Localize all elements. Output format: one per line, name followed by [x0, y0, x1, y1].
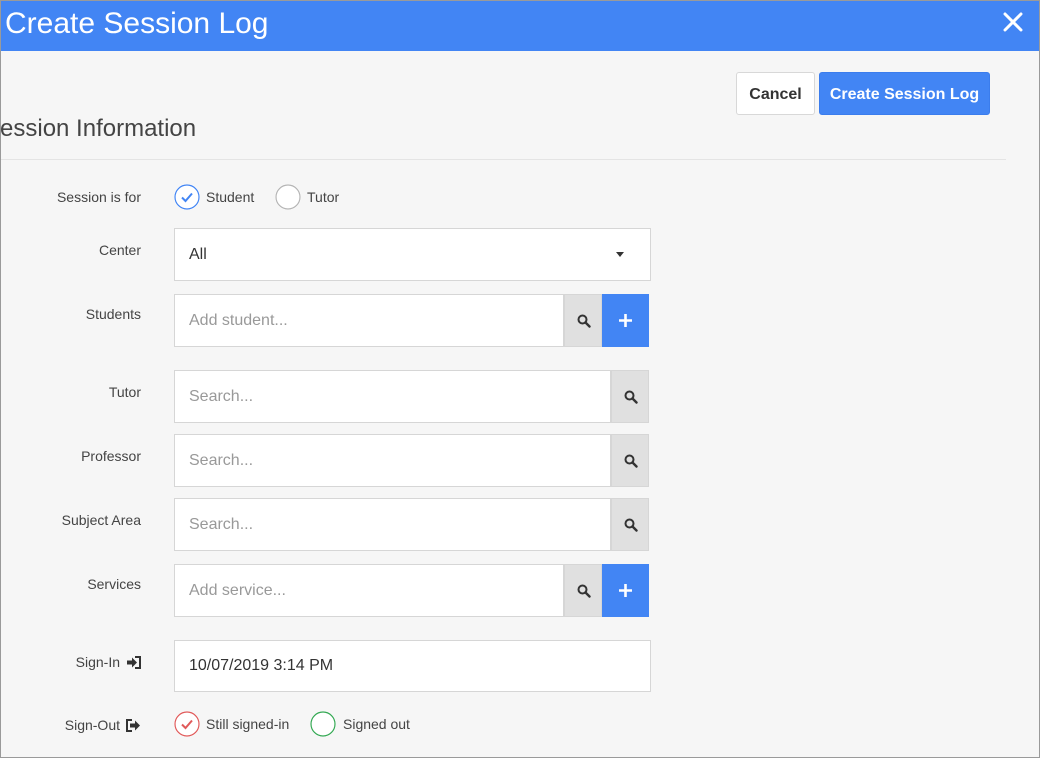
plus-icon — [619, 314, 632, 327]
search-icon — [624, 454, 638, 468]
center-label: Center — [99, 242, 141, 258]
professor-field — [174, 434, 649, 487]
tutor-label-text: Tutor — [108, 384, 141, 400]
center-select[interactable]: All — [174, 228, 651, 281]
session-is-for-label: Session is for — [57, 189, 141, 205]
sign-out-label-text: Sign-Out — [64, 717, 120, 733]
radio-tutor-label[interactable]: Tutor — [307, 189, 339, 205]
sign-in-value: 10/07/2019 3:14 PM — [189, 657, 334, 674]
radio-still-signed-in[interactable] — [174, 711, 200, 737]
search-icon — [577, 314, 591, 328]
students-label: Students — [86, 306, 141, 322]
tutor-search-button[interactable] — [611, 370, 649, 423]
section-divider — [0, 159, 1006, 160]
professor-label-text: Professor — [81, 448, 141, 464]
sign-in-icon — [127, 655, 141, 669]
sign-in-label-text: Sign-In — [75, 654, 120, 670]
center-select-value: All — [189, 246, 207, 263]
students-search-button[interactable] — [564, 294, 602, 347]
add-student-button[interactable] — [602, 294, 649, 347]
check-icon — [174, 711, 200, 737]
plus-icon — [619, 584, 632, 597]
services-input[interactable] — [175, 565, 563, 616]
sign-in-field[interactable]: 10/07/2019 3:14 PM — [174, 640, 651, 692]
tutor-input[interactable] — [175, 371, 610, 422]
professor-input[interactable] — [175, 435, 610, 486]
radio-tutor[interactable] — [275, 184, 301, 210]
tutor-label: Tutor — [109, 384, 141, 400]
search-icon — [624, 518, 638, 532]
subject-area-label-text: Subject Area — [61, 512, 141, 528]
radio-student[interactable] — [174, 184, 200, 210]
services-field — [174, 564, 649, 617]
subject-area-input[interactable] — [175, 499, 610, 550]
subject-area-search-button[interactable] — [611, 498, 649, 551]
create-session-log-button[interactable]: Create Session Log — [819, 72, 990, 115]
radio-student-label[interactable]: Student — [206, 189, 254, 205]
section-title: Session Information — [0, 115, 197, 142]
students-label-text: Students — [85, 306, 141, 322]
session-is-for-label-text: Session is for — [56, 189, 141, 205]
sign-in-label: Sign-In — [76, 654, 141, 670]
chevron-down-icon — [616, 252, 624, 257]
add-service-button[interactable] — [602, 564, 649, 617]
radio-signed-out-label[interactable]: Signed out — [343, 716, 410, 732]
students-input[interactable] — [175, 295, 563, 346]
dialog-title: Create Session Log — [5, 7, 269, 40]
check-icon — [174, 184, 200, 210]
professor-search-button[interactable] — [611, 434, 649, 487]
search-icon — [577, 584, 591, 598]
students-field — [174, 294, 649, 347]
tutor-field — [174, 370, 649, 423]
subject-area-field — [174, 498, 649, 551]
services-label: Services — [87, 576, 141, 592]
radio-signed-out[interactable] — [310, 711, 336, 737]
dialog-header: Create Session Log — [0, 0, 1040, 51]
center-label-text: Center — [98, 242, 141, 258]
search-icon — [624, 390, 638, 404]
sign-out-label: Sign-Out — [65, 717, 141, 733]
subject-area-label: Subject Area — [62, 512, 141, 528]
close-icon[interactable] — [1000, 9, 1026, 35]
sign-out-icon — [126, 718, 140, 732]
services-label-text: Services — [87, 576, 141, 592]
professor-label: Professor — [81, 448, 141, 464]
radio-still-signed-in-label[interactable]: Still signed-in — [206, 716, 289, 732]
services-search-button[interactable] — [564, 564, 602, 617]
cancel-button[interactable]: Cancel — [736, 72, 815, 115]
